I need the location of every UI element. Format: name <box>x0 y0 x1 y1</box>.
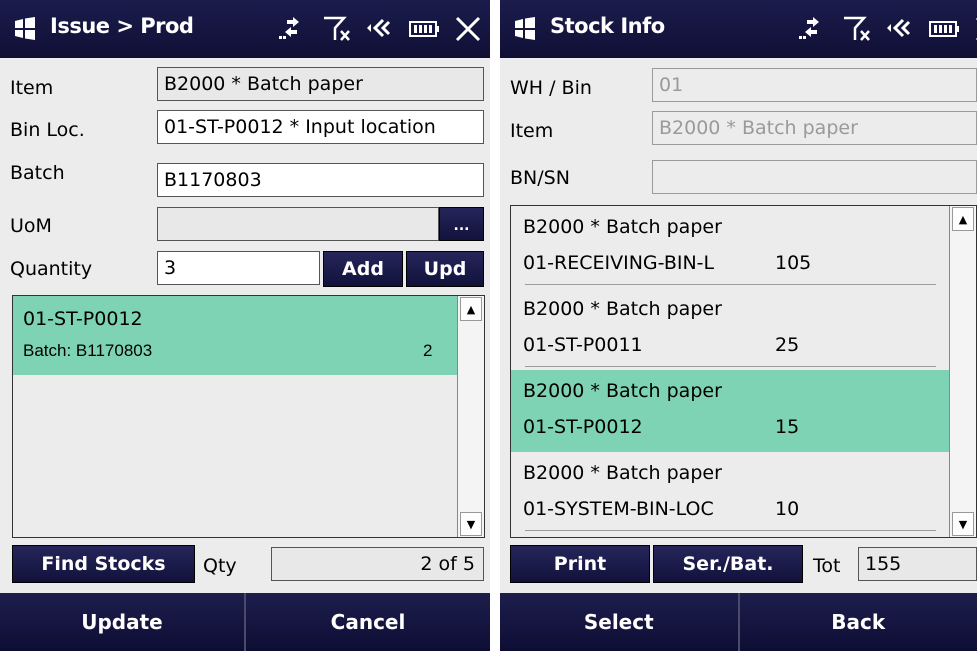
quantity-input[interactable]: 3 <box>157 251 320 285</box>
stock-item-name: B2000 * Batch paper <box>523 216 722 238</box>
qty-counter-field: 2 of 5 <box>271 547 484 581</box>
wh-bin-label: WH / Bin <box>510 77 592 99</box>
list-scrollbar[interactable]: ▲ ▼ <box>457 296 484 537</box>
close-icon[interactable] <box>971 14 977 44</box>
close-icon[interactable] <box>451 14 485 44</box>
title-bar: Stock Info <box>500 0 977 58</box>
speaker-muted-icon[interactable] <box>883 14 917 44</box>
stock-item-bin: 01-ST-P0012 <box>523 416 643 438</box>
battery-icon[interactable] <box>407 14 441 44</box>
stock-item-qty: 105 <box>775 252 812 274</box>
stock-item-qty: 25 <box>775 334 800 356</box>
list-item-batch: Batch: B1170803 <box>23 341 153 360</box>
select-softkey[interactable]: Select <box>500 593 740 651</box>
batch-label: Batch <box>10 162 65 184</box>
softkey-bar: Update Cancel <box>0 593 490 651</box>
connectivity-icon[interactable] <box>795 14 829 44</box>
speaker-muted-icon[interactable] <box>363 14 397 44</box>
row-divider <box>525 366 936 367</box>
battery-icon[interactable] <box>927 14 961 44</box>
update-softkey[interactable]: Update <box>0 593 246 651</box>
stock-item-name: B2000 * Batch paper <box>523 380 722 402</box>
scroll-up-arrow[interactable]: ▲ <box>460 297 482 321</box>
row-divider <box>525 530 936 531</box>
list-item[interactable]: 01-ST-P0012 Batch: B1170803 2 <box>13 296 484 375</box>
softkey-bar: Select Back <box>500 593 977 651</box>
stock-info-screen: Stock Info WH / Bin 01 Item B2000 * Batc… <box>500 0 977 651</box>
print-button[interactable]: Print <box>510 545 650 583</box>
connectivity-icon[interactable] <box>275 14 309 44</box>
list-scrollbar[interactable]: ▲ ▼ <box>949 206 976 537</box>
stock-list-item[interactable]: B2000 * Batch paper 01-ST-P0012 15 <box>511 370 976 452</box>
total-label: Tot <box>813 555 841 577</box>
serial-batch-button[interactable]: Ser./Bat. <box>653 545 803 583</box>
stock-item-qty: 10 <box>775 498 800 520</box>
stock-list-item[interactable]: B2000 * Batch paper 01-RECEIVING-BIN-L 105 <box>511 206 976 288</box>
status-area <box>795 14 977 44</box>
upd-button[interactable]: Upd <box>406 251 484 287</box>
uom-field[interactable] <box>157 207 439 241</box>
item-field: B2000 * Batch paper <box>652 111 977 145</box>
scroll-down-arrow[interactable]: ▼ <box>460 512 482 536</box>
item-field[interactable]: B2000 * Batch paper <box>157 67 484 101</box>
back-softkey[interactable]: Back <box>739 593 977 651</box>
signal-off-icon[interactable] <box>839 14 873 44</box>
list-item-qty: 2 <box>423 341 433 360</box>
stock-item-name: B2000 * Batch paper <box>523 298 722 320</box>
issue-lines-list[interactable]: 01-ST-P0012 Batch: B1170803 2 ▲ ▼ <box>12 295 485 538</box>
item-label: Item <box>10 77 54 99</box>
scroll-up-arrow[interactable]: ▲ <box>952 207 974 231</box>
signal-off-icon[interactable] <box>319 14 353 44</box>
find-stocks-button[interactable]: Find Stocks <box>12 545 195 583</box>
stock-item-bin: 01-SYSTEM-BIN-LOC <box>523 498 714 520</box>
wh-bin-field: 01 <box>652 68 977 102</box>
qty-label: Qty <box>203 555 237 577</box>
bin-location-label: Bin Loc. <box>10 119 85 141</box>
uom-browse-button[interactable]: ... <box>439 207 484 241</box>
stock-item-bin: 01-RECEIVING-BIN-L <box>523 252 715 274</box>
cancel-softkey[interactable]: Cancel <box>246 593 490 651</box>
window-title: Stock Info <box>550 14 665 38</box>
batch-input[interactable]: B1170803 <box>157 163 484 197</box>
uom-label: UoM <box>10 215 52 237</box>
bin-location-input[interactable]: 01-ST-P0012 * Input location <box>157 110 484 144</box>
stock-item-qty: 15 <box>775 416 800 438</box>
bnsn-label: BN/SN <box>510 167 570 189</box>
title-bar: Issue > Prod <box>0 0 490 58</box>
windows-flag-icon[interactable] <box>12 16 38 42</box>
scroll-down-arrow[interactable]: ▼ <box>952 512 974 536</box>
add-button[interactable]: Add <box>323 251 403 287</box>
window-title: Issue > Prod <box>50 14 194 38</box>
total-field: 155 <box>858 547 977 581</box>
issue-to-production-screen: Issue > Prod Item B2000 * Batch paper Bi… <box>0 0 490 651</box>
stock-item-name: B2000 * Batch paper <box>523 462 722 484</box>
bnsn-field <box>652 160 977 194</box>
stock-list-item[interactable]: B2000 * Batch paper 01-SYSTEM-BIN-LOC 10 <box>511 452 976 534</box>
row-divider <box>525 284 936 285</box>
list-item-bin: 01-ST-P0012 <box>23 308 143 330</box>
status-area <box>275 14 485 44</box>
windows-flag-icon[interactable] <box>512 16 538 42</box>
item-label: Item <box>510 120 554 142</box>
stock-item-bin: 01-ST-P0011 <box>523 334 643 356</box>
stock-list[interactable]: B2000 * Batch paper 01-RECEIVING-BIN-L 105… <box>510 205 977 538</box>
stock-list-item[interactable]: B2000 * Batch paper 01-ST-P0011 25 <box>511 288 976 370</box>
quantity-label: Quantity <box>10 258 93 280</box>
